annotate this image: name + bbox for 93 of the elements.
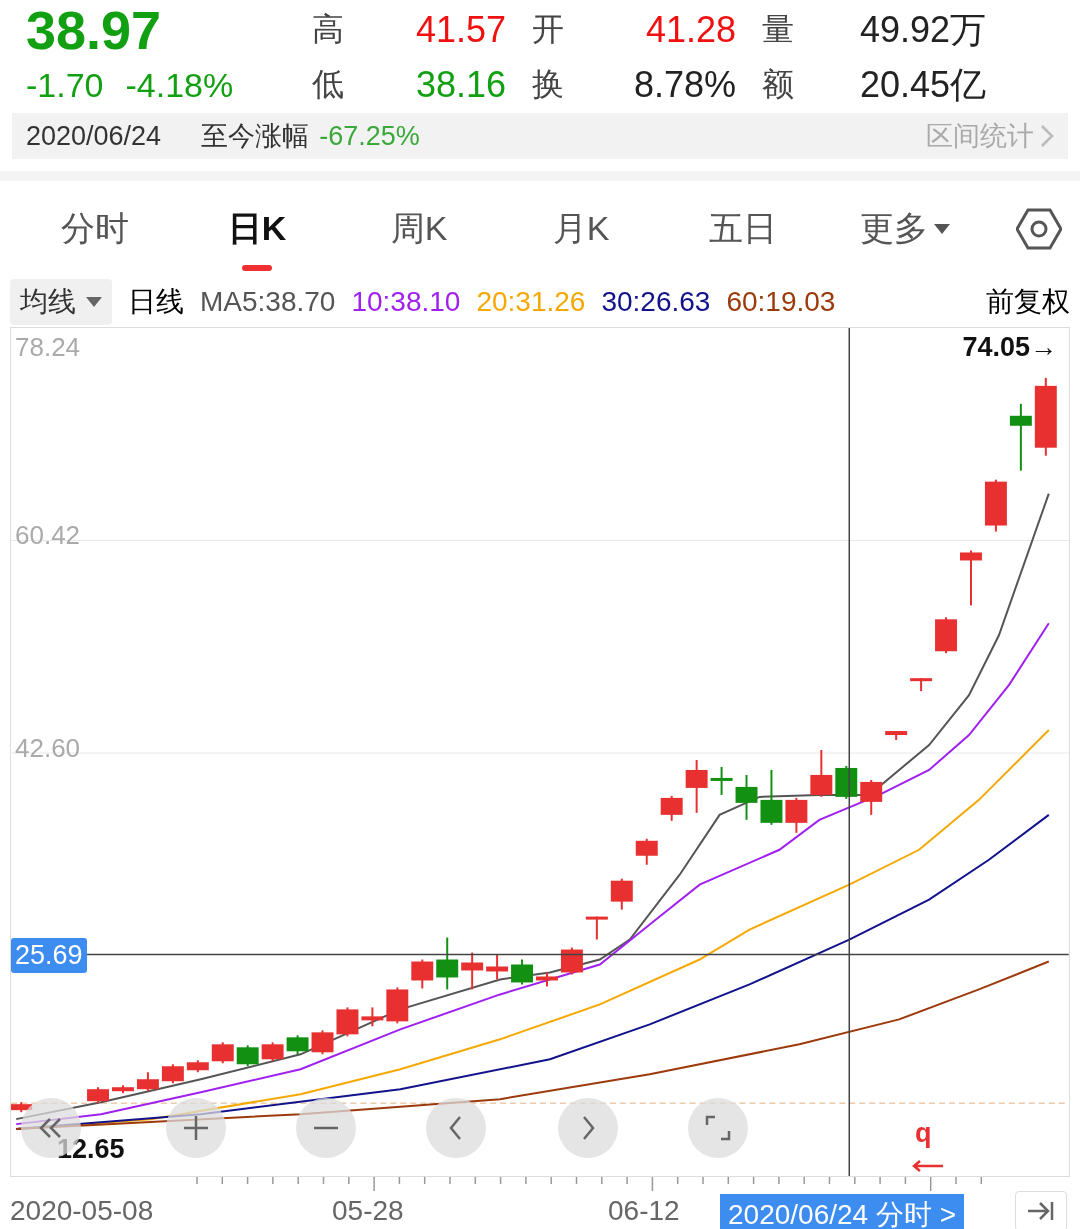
ma-selector[interactable]: 均线 xyxy=(10,279,112,325)
ma-value: MA5:38.70 xyxy=(200,286,336,318)
range-date: 2020/06/24 xyxy=(26,120,162,152)
ma-value: 10:38.10 xyxy=(351,286,461,318)
candle xyxy=(386,986,409,1025)
candle xyxy=(885,730,908,742)
candle xyxy=(136,1071,159,1093)
ma-value: 20:31.26 xyxy=(476,286,586,318)
candle xyxy=(511,958,533,986)
x-axis-label: 05-28 xyxy=(332,1195,404,1227)
stat-label: 换 xyxy=(531,65,565,105)
candle xyxy=(560,946,583,976)
stat-label: 高 xyxy=(311,10,345,50)
stat-value: 20.45亿 xyxy=(858,62,986,107)
candle xyxy=(910,677,933,693)
stat-value: 41.57 xyxy=(414,9,506,52)
corners-icon xyxy=(703,1113,733,1143)
high-price-marker: 74.05→ xyxy=(962,332,1057,363)
x-axis-label: 06-12 xyxy=(608,1195,680,1227)
candle xyxy=(585,915,608,941)
period-label: 日线 xyxy=(128,285,184,319)
candle xyxy=(361,1006,384,1028)
stat-value: 49.92万 xyxy=(858,7,986,52)
candle xyxy=(411,958,434,990)
chart-tab[interactable]: 更多 xyxy=(824,187,986,271)
event-marker: q xyxy=(915,1118,932,1149)
candle xyxy=(286,1034,309,1056)
candle xyxy=(960,549,982,607)
candle xyxy=(935,616,957,655)
candle xyxy=(685,759,708,814)
candle xyxy=(211,1041,234,1065)
zoom-in-button[interactable] xyxy=(166,1098,226,1158)
candle xyxy=(710,765,733,796)
stat-value: 38.16 xyxy=(414,64,506,107)
chart-tab[interactable]: 日K xyxy=(176,187,338,271)
candle xyxy=(660,794,683,822)
low-price-marker: 12.65 xyxy=(57,1134,125,1165)
candle xyxy=(810,749,833,798)
minus-icon xyxy=(311,1126,341,1130)
caret-icon xyxy=(86,297,102,307)
candle xyxy=(860,778,883,816)
candle xyxy=(486,953,509,981)
ma-value: 60:19.03 xyxy=(726,286,836,318)
candle xyxy=(785,796,808,834)
arrow-left-icon xyxy=(911,1160,945,1172)
jump-to-end-button[interactable] xyxy=(1015,1191,1067,1229)
candle xyxy=(835,764,858,800)
last-price: 38.97 xyxy=(26,0,163,61)
range-change: -67.25% xyxy=(319,120,420,152)
candle xyxy=(161,1063,184,1085)
plus-icon xyxy=(181,1113,211,1143)
candle xyxy=(261,1041,284,1063)
stat-label: 额 xyxy=(761,65,795,105)
candle xyxy=(336,1006,359,1038)
chart-tab[interactable]: 分时 xyxy=(14,187,176,271)
arrow-to-end-icon xyxy=(1026,1200,1056,1222)
candle xyxy=(436,936,459,991)
candle xyxy=(984,478,1007,533)
candle xyxy=(610,877,633,911)
chart-tab[interactable]: 五日 xyxy=(662,187,824,271)
candle xyxy=(536,971,558,988)
ma-value: 30:26.63 xyxy=(601,286,711,318)
prev-button[interactable] xyxy=(426,1098,486,1158)
adjust-mode[interactable]: 前复权 xyxy=(986,283,1070,321)
x-axis-label: 2020-05-08 xyxy=(10,1195,154,1227)
candle xyxy=(87,1086,109,1105)
percent-change: -4.18% xyxy=(125,65,234,105)
y-axis-label: 42.60 xyxy=(15,733,81,764)
y-axis-label: 60.42 xyxy=(15,520,81,551)
candle xyxy=(112,1084,134,1095)
candle xyxy=(760,768,783,826)
candle xyxy=(735,773,758,821)
candle xyxy=(311,1029,334,1056)
stat-value: 8.78% xyxy=(632,64,736,107)
stat-label: 量 xyxy=(761,10,795,50)
candle xyxy=(461,951,484,991)
candle xyxy=(635,837,658,866)
range-label: 至今涨幅 xyxy=(201,120,310,153)
y-axis-label: 78.24 xyxy=(15,332,81,363)
stat-label: 低 xyxy=(311,65,345,105)
candle xyxy=(186,1059,209,1074)
candle xyxy=(1009,402,1032,472)
candle xyxy=(236,1044,259,1068)
settings-icon[interactable] xyxy=(1016,206,1062,252)
zoom-out-button[interactable] xyxy=(296,1098,356,1158)
crosshair-price: 25.69 xyxy=(11,938,87,973)
chevron-right-icon xyxy=(1040,124,1054,148)
stat-value: 41.28 xyxy=(644,9,736,52)
chart-tab[interactable]: 周K xyxy=(338,187,500,271)
caret-icon xyxy=(934,224,950,234)
chart-tab[interactable]: 月K xyxy=(500,187,662,271)
price-change: -1.70 xyxy=(26,65,104,105)
stat-label: 开 xyxy=(531,10,565,50)
